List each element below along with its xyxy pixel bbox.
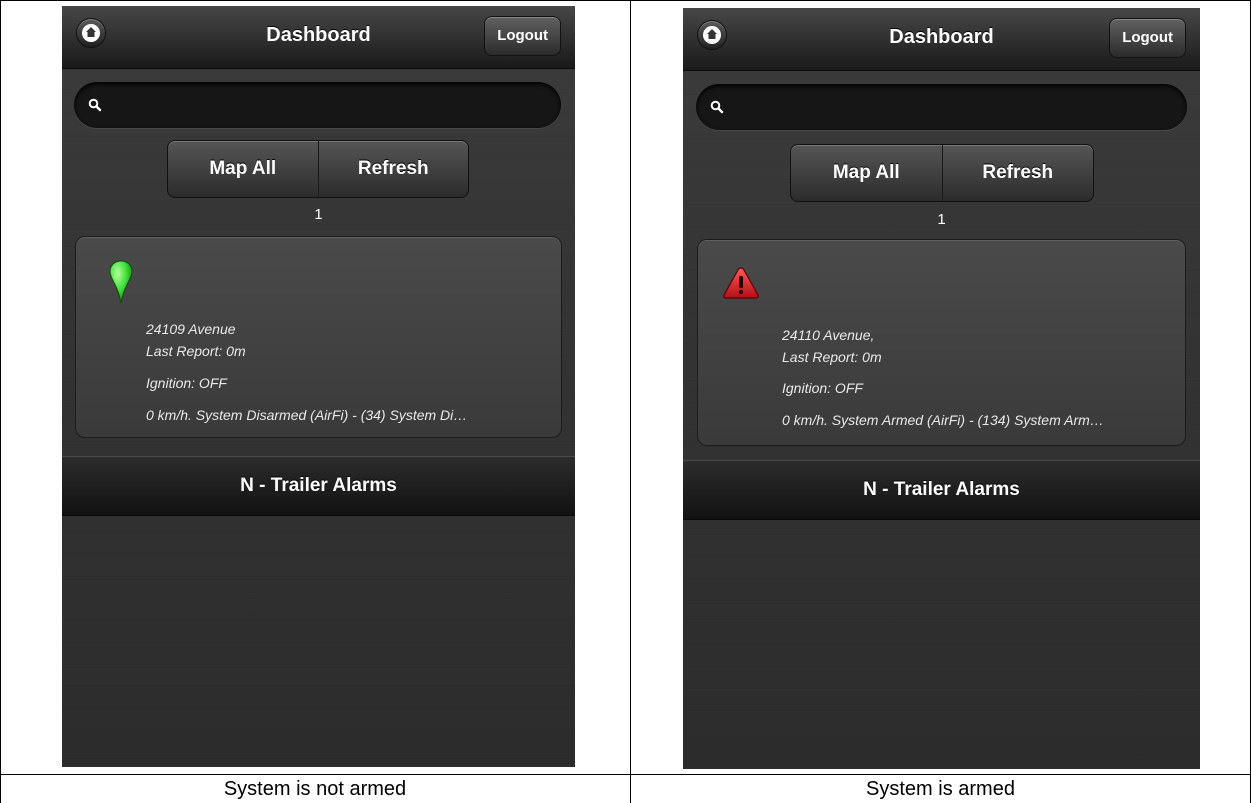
result-count: 1 (314, 206, 323, 223)
refresh-button[interactable]: Refresh (941, 145, 1094, 201)
group-label-bar: N - Trailer Alarms (62, 456, 575, 516)
search-icon (88, 98, 102, 112)
logout-button[interactable]: Logout (484, 16, 561, 56)
green-map-pin-icon (109, 260, 133, 304)
group-label: N - Trailer Alarms (240, 475, 397, 496)
header-bar: Dashboard Logout (683, 8, 1200, 71)
vehicle-ignition: Ignition: OFF (782, 380, 863, 396)
vehicle-address: 24110 Avenue, (782, 327, 875, 343)
map-all-button[interactable]: Map All (168, 141, 318, 197)
phone-screen-disarmed: Dashboard Logout Map All Refresh 1 24109… (62, 6, 575, 767)
table-row-divider (0, 774, 1251, 775)
search-input[interactable] (732, 84, 1169, 132)
vehicle-last-report: Last Report: 0m (782, 349, 882, 365)
action-button-group: Map All Refresh (790, 144, 1094, 202)
vehicle-card[interactable]: 24110 Avenue, Last Report: 0m Ignition: … (697, 239, 1186, 446)
caption-armed: System is armed (866, 778, 1015, 800)
red-warning-triangle-icon (723, 267, 759, 299)
vehicle-address: 24109 Avenue (146, 321, 236, 337)
group-label-bar: N - Trailer Alarms (683, 460, 1200, 520)
caption-not-armed: System is not armed (223, 778, 407, 800)
vehicle-card[interactable]: 24109 Avenue Last Report: 0m Ignition: O… (75, 236, 562, 438)
result-count: 1 (937, 211, 946, 228)
refresh-button[interactable]: Refresh (317, 141, 469, 197)
vehicle-ignition: Ignition: OFF (146, 375, 227, 391)
action-button-group: Map All Refresh (167, 140, 469, 198)
map-all-button[interactable]: Map All (791, 145, 942, 201)
search-icon (710, 100, 724, 114)
vehicle-status: 0 km/h. System Armed (AirFi) - (134) Sys… (782, 412, 1104, 428)
search-field[interactable] (74, 82, 561, 130)
header-bar: Dashboard Logout (62, 6, 575, 69)
group-label: N - Trailer Alarms (863, 479, 1020, 500)
vehicle-last-report: Last Report: 0m (146, 343, 246, 359)
phone-screen-armed: Dashboard Logout Map All Refresh 1 24110… (683, 8, 1200, 769)
table-border-top (0, 0, 1251, 1)
search-field[interactable] (696, 84, 1187, 132)
vehicle-status: 0 km/h. System Disarmed (AirFi) - (34) S… (146, 407, 468, 423)
table-border-left (0, 0, 1, 803)
table-divider (630, 0, 631, 803)
logout-button[interactable]: Logout (1109, 18, 1186, 58)
search-input[interactable] (110, 82, 543, 130)
